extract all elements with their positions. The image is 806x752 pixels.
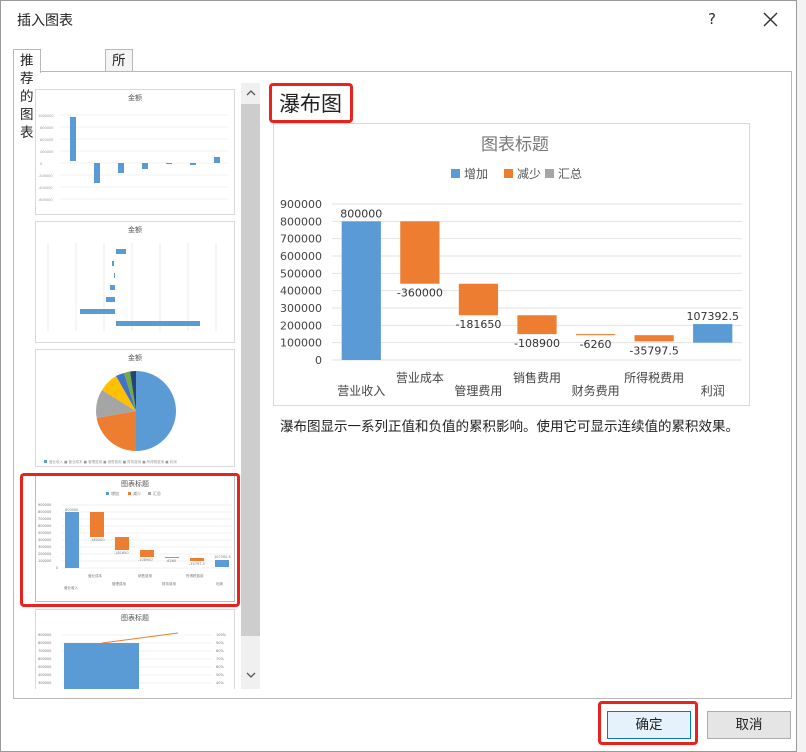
legend-label: 汇总 [558,167,582,181]
svg-text:80%: 80% [216,649,224,653]
data-label: -360000 [397,287,443,300]
x-axis-label: 营业收入 [337,384,385,398]
x-axis-labels: 营业收入营业成本管理费用销售费用财务费用所得税费用利润 [337,370,724,398]
thumbnail-title: 图表标题 [121,614,149,622]
tab-recommended[interactable]: 推荐的图表 [13,49,41,141]
scrollbar-thumb[interactable] [241,104,260,636]
scroll-down-button[interactable] [241,667,260,687]
svg-text:60%: 60% [216,665,224,669]
waterfall-chart: 图表标题 增加 减少 汇总 900000 800000 700000 600000 5000… [280,135,742,398]
chart-type-title-highlight [269,83,353,123]
data-label: 800000 [340,207,382,220]
legend-swatch [504,169,513,178]
thumbnail-bar-graphic [47,243,217,331]
waterfall-bar [458,283,499,316]
close-icon [763,12,778,27]
x-axis-label: 所得税费用 [624,370,684,385]
thumbnail-title: 金额 [128,94,142,102]
y-tick-label: 200000 [280,319,322,332]
svg-text:800000: 800000 [40,126,53,130]
title-bar[interactable]: 插入图表 ? [1,1,796,37]
waterfall-bar [634,335,674,342]
dialog-title: 插入图表 [17,13,73,29]
svg-text:600000: 600000 [40,138,53,142]
close-button[interactable] [753,5,787,33]
svg-text:40%: 40% [216,681,224,685]
y-tick-label: 300000 [280,302,322,315]
legend-swatch [451,169,460,178]
x-axis-label: 财务费用 [572,383,620,398]
svg-text:70%: 70% [216,657,224,661]
svg-text:90%: 90% [216,641,224,645]
thumbnail-pie-graphic: 营业收入 ■ 营业成本 ■ 管理费用 ■ 销售费用 ■ 财务费用 ■ 所得税费用… [44,371,177,464]
legend-swatch [545,169,554,178]
svg-text:1000000: 1000000 [38,114,54,118]
chevron-down-icon [246,672,255,678]
svg-text:100%: 100% [216,633,227,637]
svg-text:-600000: -600000 [38,198,53,202]
chart-preview: 图表标题 增加 减少 汇总 900000 800000 700000 600000 5000… [273,123,750,406]
y-tick-label: 100000 [280,337,322,350]
thumbnail-pareto-chart[interactable]: 图表标题 900000 800000 700000 600000 500000 4000… [35,609,235,689]
thumbnail-title: 金额 [128,226,142,234]
y-tick-label: 800000 [280,215,322,228]
data-labels: 800000 -360000 -181650 -108900 -6260 -35797.5… [340,207,739,357]
thumbnail-pie-chart[interactable]: 金额 营业收入 ■ 营业成本 ■ 管理费用 ■ 销售费用 ■ 财务费用 ■ 所得… [35,349,235,467]
help-button[interactable]: ? [697,5,727,33]
x-axis-label: 销售费用 [513,370,561,385]
thumbnail-bar-chart[interactable]: 金额 [35,221,235,343]
x-axis-label: 利润 [701,384,725,398]
tab-all-charts[interactable]: 所有图表 [105,49,133,123]
waterfall-bar [575,334,616,336]
thumbnail-column-graphic: 1000000 800000 600000 400000 0 -200000 -4000… [38,114,228,202]
chevron-up-icon [246,90,255,96]
data-label: -108900 [514,337,560,350]
waterfall-bar [341,221,381,360]
thumbnail-pareto-graphic: 900000 800000 700000 600000 500000 400000 30… [38,632,227,689]
x-axis-label: 营业成本 [396,371,444,385]
thumbnail-title: 金额 [128,354,142,362]
y-tick-label: 500000 [280,267,322,280]
chart-legend: 增加 减少 汇总 [451,167,582,181]
svg-text:600000: 600000 [38,657,51,661]
legend-label: 减少 [517,167,541,181]
svg-text:50%: 50% [216,673,224,677]
ok-button-highlight [598,701,698,745]
cancel-button[interactable]: 取消 [707,711,791,739]
selected-thumbnail-highlight [20,473,240,607]
y-tick-label: 700000 [280,233,322,246]
svg-text:700000: 700000 [38,649,51,653]
chart-description: 瀑布图显示一系列正值和负值的累积影响。使用它可显示连续值的累积效果。 [280,419,739,435]
y-tick-label: 400000 [280,285,322,298]
insert-chart-dialog: 插入图表 ? 推荐的图表 所有图表 金额 [0,0,797,752]
waterfall-bar [400,221,440,284]
svg-text:0: 0 [40,162,42,166]
svg-text:400000: 400000 [40,150,53,154]
waterfall-bar [693,324,733,343]
svg-text:900000: 900000 [38,633,51,637]
y-axis-ticks: 900000 800000 700000 600000 500000 400000 3000… [280,198,322,367]
data-label: -6260 [580,338,612,351]
svg-text:营业收入 ■ 营业成本 ■ 管理费用 ■ 销售费用 ■ 财务: 营业收入 ■ 营业成本 ■ 管理费用 ■ 销售费用 ■ 财务费用 ■ 所得税费用… [49,459,177,464]
svg-text:400000: 400000 [38,673,51,677]
data-label: -35797.5 [629,344,678,357]
data-label: -181650 [455,318,501,331]
chart-title: 图表标题 [481,135,549,155]
svg-text:300000: 300000 [38,681,51,685]
x-axis-label: 管理费用 [454,383,502,398]
svg-text:-400000: -400000 [38,186,53,190]
thumbnail-column-chart[interactable]: 金额 1000000 800000 600000 400000 0 -200000 [35,89,235,215]
waterfall-bar [517,315,557,335]
scroll-up-button[interactable] [241,85,260,105]
y-tick-label: 0 [315,354,322,367]
y-tick-label: 600000 [280,250,322,263]
legend-label: 增加 [464,167,488,181]
y-tick-label: 900000 [280,198,322,211]
svg-text:800000: 800000 [38,641,51,645]
excel-background-right [796,0,806,752]
data-label: 107392.5 [686,310,739,323]
svg-text:-200000: -200000 [38,174,53,178]
svg-text:500000: 500000 [38,665,51,669]
